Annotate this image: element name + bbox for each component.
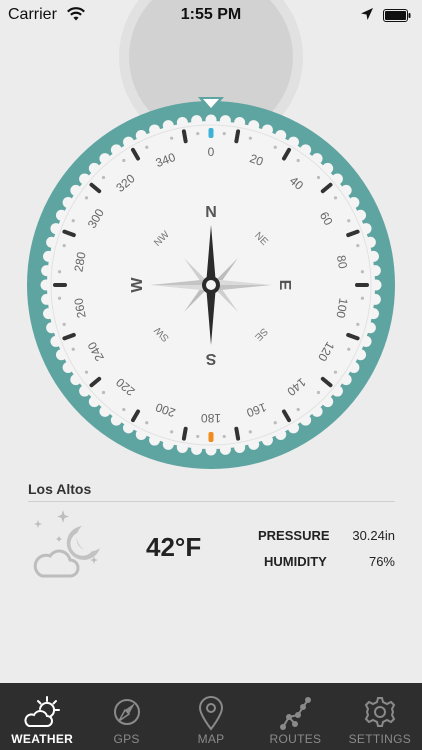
minor-dot xyxy=(196,131,200,136)
tab-settings-label: SETTINGS xyxy=(348,732,412,746)
minor-dot xyxy=(273,145,277,149)
minor-dot xyxy=(356,244,360,248)
minor-dot xyxy=(248,430,252,434)
degree-label: 0 xyxy=(208,145,215,159)
minor-dot xyxy=(71,347,75,351)
tab-routes[interactable]: ROUTES xyxy=(253,683,337,750)
city-name: Los Altos xyxy=(28,481,92,497)
location-arrow-icon xyxy=(361,8,373,20)
tab-weather[interactable]: WEATHER xyxy=(0,683,84,750)
minor-dot xyxy=(356,322,360,326)
divider xyxy=(28,501,395,502)
humidity-value: 76% xyxy=(368,554,395,569)
tab-bar: WEATHER GPS MAP ROUTES SETTINGS xyxy=(0,683,422,750)
major-tick xyxy=(234,426,241,441)
minor-dot xyxy=(101,175,106,180)
minor-dot xyxy=(170,136,174,140)
minor-dot xyxy=(84,196,89,200)
major-tick xyxy=(234,129,241,144)
tab-gps[interactable]: GPS xyxy=(84,683,168,750)
south-marker xyxy=(208,432,214,442)
minor-dot xyxy=(145,145,149,149)
minor-dot xyxy=(347,347,351,351)
map-pin-icon xyxy=(199,696,224,731)
tab-map-label: MAP xyxy=(197,732,225,746)
minor-dot xyxy=(101,390,106,395)
tab-map[interactable]: MAP xyxy=(169,683,253,750)
weather-icon xyxy=(24,696,61,727)
minor-dot xyxy=(62,322,66,326)
minor-dot xyxy=(57,296,62,300)
compass[interactable]: 0 20 40 60 80 100 120 140 160 180 200 220 240 260 280 3… xyxy=(0,0,422,475)
minor-dot xyxy=(296,407,300,412)
minor-dot xyxy=(84,370,89,374)
minor-dot xyxy=(316,390,321,395)
tab-routes-label: ROUTES xyxy=(269,732,322,746)
minor-dot xyxy=(145,421,149,425)
gear-icon xyxy=(364,697,396,727)
night-partly-cloudy-icon xyxy=(33,510,100,578)
minor-dot xyxy=(222,131,226,136)
major-tick xyxy=(181,129,188,144)
degree-label: 180 xyxy=(201,411,221,425)
minor-dot xyxy=(360,270,365,274)
temperature: 42°F xyxy=(146,532,202,562)
battery-icon xyxy=(383,9,411,22)
degree-label: 80 xyxy=(334,254,350,270)
minor-dot xyxy=(122,407,126,412)
status-bar: Carrier 1:55 PM xyxy=(0,0,422,32)
minor-dot xyxy=(248,136,252,140)
routes-icon xyxy=(280,697,312,730)
cardinal-w: W xyxy=(129,277,146,293)
gps-icon xyxy=(113,699,140,725)
minor-dot xyxy=(196,434,200,439)
north-marker xyxy=(208,128,214,138)
minor-dot xyxy=(333,196,338,200)
cardinal-e: E xyxy=(276,280,293,291)
cardinal-n: N xyxy=(205,204,217,221)
clock: 1:55 PM xyxy=(180,6,242,23)
pressure-value: 30.24in xyxy=(352,528,395,543)
tab-settings[interactable]: SETTINGS xyxy=(338,683,422,750)
minor-dot xyxy=(347,219,351,223)
minor-dot xyxy=(71,219,75,223)
major-tick xyxy=(181,426,188,441)
tab-weather-label: WEATHER xyxy=(11,732,74,746)
minor-dot xyxy=(360,296,365,300)
minor-dot xyxy=(316,175,321,180)
cardinal-s: S xyxy=(205,350,216,367)
tab-gps-label: GPS xyxy=(113,732,140,746)
minor-dot xyxy=(333,370,338,374)
minor-dot xyxy=(222,434,226,439)
minor-dot xyxy=(122,158,126,163)
minor-dot xyxy=(296,158,300,163)
minor-dot xyxy=(273,421,277,425)
minor-dot xyxy=(170,430,174,434)
minor-dot xyxy=(62,244,66,248)
minor-dot xyxy=(57,270,62,274)
